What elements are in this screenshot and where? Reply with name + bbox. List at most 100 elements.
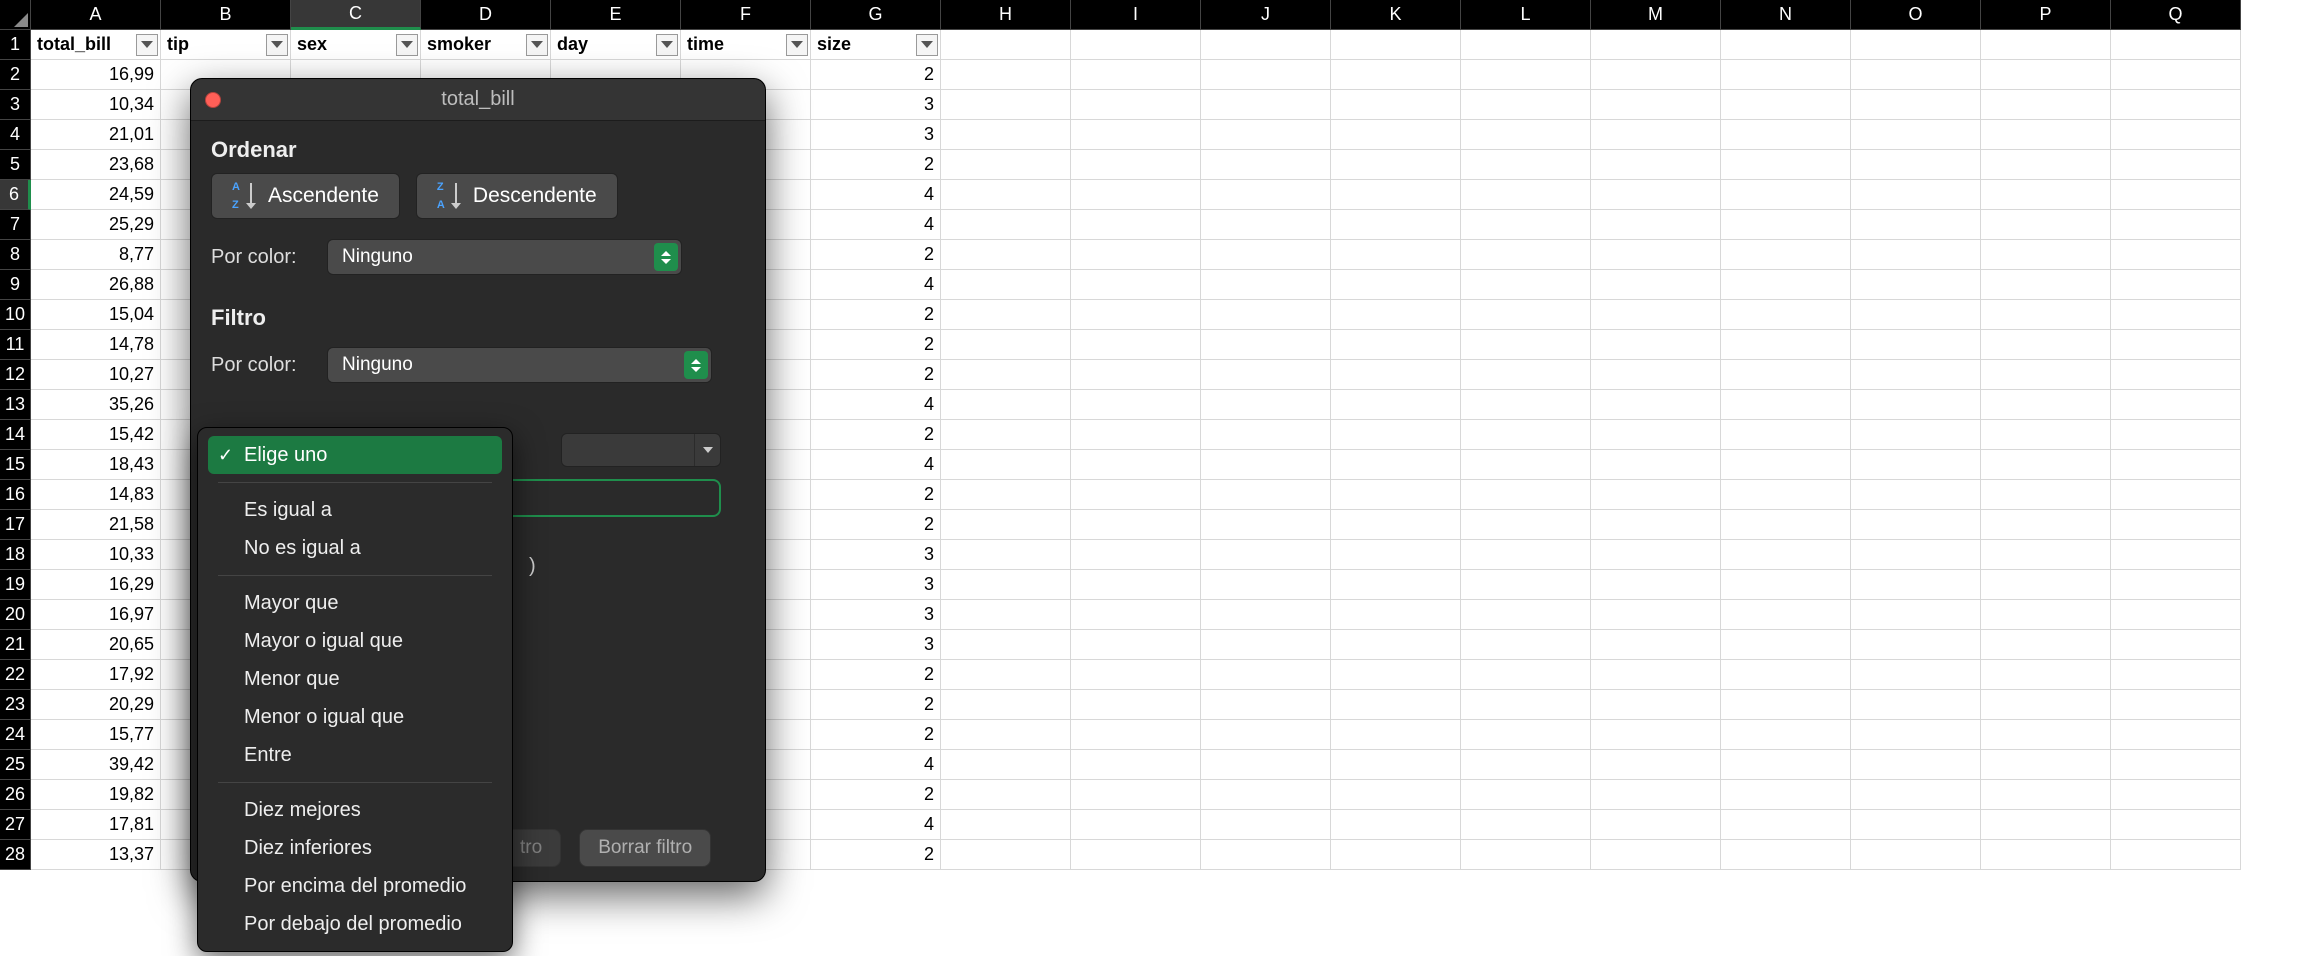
cell[interactable]: 15,42 [31, 420, 161, 450]
table-header-total_bill[interactable]: total_bill [31, 30, 161, 60]
cell[interactable]: 2 [811, 510, 941, 540]
cell[interactable] [1201, 600, 1331, 630]
cell[interactable] [1591, 60, 1721, 90]
row-header-16[interactable]: 16 [0, 480, 31, 510]
cell[interactable] [1201, 780, 1331, 810]
cell[interactable]: 18,43 [31, 450, 161, 480]
cell[interactable] [1071, 720, 1201, 750]
cell[interactable] [2111, 120, 2241, 150]
menu-item[interactable]: Es igual a [208, 491, 502, 529]
cell[interactable] [1071, 390, 1201, 420]
cell[interactable] [1461, 450, 1591, 480]
cell[interactable] [1981, 30, 2111, 60]
cell[interactable] [1331, 300, 1461, 330]
cell[interactable] [1071, 570, 1201, 600]
cell[interactable] [1981, 480, 2111, 510]
cell[interactable]: 4 [811, 180, 941, 210]
cell[interactable] [1461, 750, 1591, 780]
cell[interactable] [1201, 570, 1331, 600]
cell[interactable] [1331, 390, 1461, 420]
cell[interactable] [1331, 660, 1461, 690]
cell[interactable] [1851, 60, 1981, 90]
row-header-27[interactable]: 27 [0, 810, 31, 840]
cell[interactable] [2111, 210, 2241, 240]
cell[interactable] [1591, 240, 1721, 270]
cell[interactable] [1071, 450, 1201, 480]
cell[interactable] [1461, 210, 1591, 240]
menu-item[interactable]: Menor que [208, 660, 502, 698]
cell[interactable] [1851, 660, 1981, 690]
row-header-22[interactable]: 22 [0, 660, 31, 690]
cell[interactable] [1461, 330, 1591, 360]
close-icon[interactable] [205, 92, 221, 108]
table-header-tip[interactable]: tip [161, 30, 291, 60]
row-header-26[interactable]: 26 [0, 780, 31, 810]
select-all-corner[interactable] [0, 0, 31, 30]
cell[interactable] [1201, 390, 1331, 420]
cell[interactable] [1071, 330, 1201, 360]
cell[interactable] [1981, 360, 2111, 390]
sort-by-color-select[interactable]: Ninguno [327, 239, 682, 275]
cell[interactable] [1981, 570, 2111, 600]
menu-item[interactable]: Por debajo del promedio [208, 905, 502, 943]
cell[interactable] [1721, 300, 1851, 330]
row-header-2[interactable]: 2 [0, 60, 31, 90]
cell[interactable] [1721, 90, 1851, 120]
column-header-L[interactable]: L [1461, 0, 1591, 30]
cell[interactable]: 4 [811, 270, 941, 300]
cell[interactable] [1721, 480, 1851, 510]
cell[interactable] [1981, 450, 2111, 480]
cell[interactable] [1591, 30, 1721, 60]
cell[interactable] [1071, 150, 1201, 180]
cell[interactable] [941, 390, 1071, 420]
cell[interactable] [1201, 630, 1331, 660]
cell[interactable]: 4 [811, 210, 941, 240]
cell[interactable] [1331, 360, 1461, 390]
cell[interactable]: 23,68 [31, 150, 161, 180]
column-header-J[interactable]: J [1201, 0, 1331, 30]
cell[interactable] [941, 450, 1071, 480]
cell[interactable] [1721, 240, 1851, 270]
cell[interactable] [1331, 150, 1461, 180]
cell[interactable]: 2 [811, 480, 941, 510]
column-header-G[interactable]: G [811, 0, 941, 30]
cell[interactable] [1071, 180, 1201, 210]
cell[interactable] [941, 810, 1071, 840]
cell[interactable] [1851, 390, 1981, 420]
column-header-B[interactable]: B [161, 0, 291, 30]
cell[interactable]: 8,77 [31, 240, 161, 270]
cell[interactable] [1461, 240, 1591, 270]
cell[interactable] [2111, 240, 2241, 270]
menu-item[interactable]: Menor o igual que [208, 698, 502, 736]
cell[interactable]: 2 [811, 300, 941, 330]
cell[interactable] [1721, 420, 1851, 450]
cell[interactable] [1591, 780, 1721, 810]
cell[interactable] [2111, 150, 2241, 180]
cell[interactable] [1851, 330, 1981, 360]
cell[interactable]: 2 [811, 60, 941, 90]
cell[interactable] [2111, 60, 2241, 90]
row-header-19[interactable]: 19 [0, 570, 31, 600]
column-header-I[interactable]: I [1071, 0, 1201, 30]
cell[interactable] [941, 180, 1071, 210]
cell[interactable] [1721, 180, 1851, 210]
cell[interactable] [1071, 120, 1201, 150]
cell[interactable] [2111, 90, 2241, 120]
cell[interactable] [1721, 450, 1851, 480]
cell[interactable] [1851, 270, 1981, 300]
cell[interactable]: 2 [811, 240, 941, 270]
cell[interactable] [1071, 810, 1201, 840]
cell[interactable] [1851, 180, 1981, 210]
cell[interactable] [1461, 120, 1591, 150]
cell[interactable] [1591, 330, 1721, 360]
cell[interactable] [1591, 570, 1721, 600]
row-header-10[interactable]: 10 [0, 300, 31, 330]
cell[interactable]: 10,33 [31, 540, 161, 570]
cell[interactable]: 10,34 [31, 90, 161, 120]
cell[interactable]: 20,65 [31, 630, 161, 660]
cell[interactable] [2111, 660, 2241, 690]
cell[interactable] [1071, 510, 1201, 540]
cell[interactable] [941, 30, 1071, 60]
cell[interactable] [1071, 600, 1201, 630]
cell[interactable] [1591, 180, 1721, 210]
